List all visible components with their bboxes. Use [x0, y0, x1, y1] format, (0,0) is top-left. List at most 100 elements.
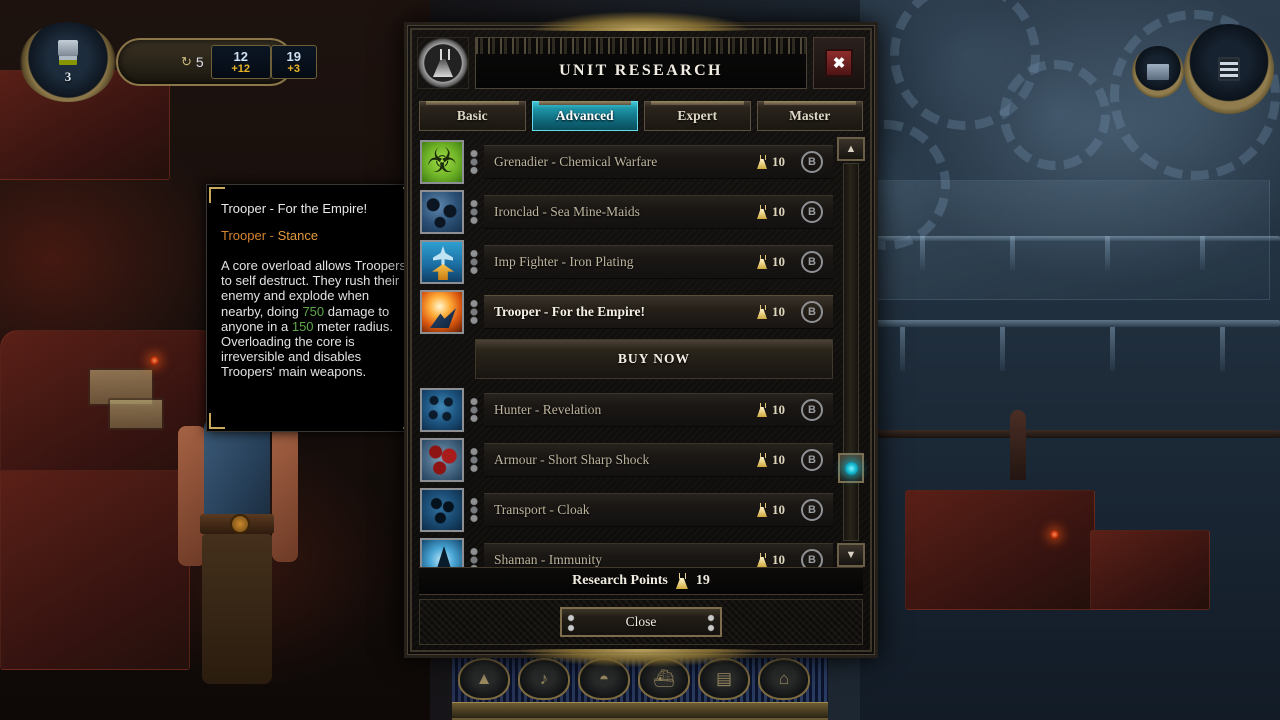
- tab-basic[interactable]: Basic: [419, 101, 526, 131]
- research-icon: [420, 438, 464, 482]
- rank-insignia-icon: [58, 39, 78, 56]
- sea-art-icon: [422, 192, 462, 232]
- machine-box: [905, 490, 1095, 610]
- research-label: Armour - Short Sharp Shock: [494, 452, 650, 467]
- population-value: 5: [195, 54, 204, 70]
- flask-icon: [757, 403, 767, 417]
- railing-post: [1200, 236, 1205, 270]
- unit-research-dialog: UNIT RESEARCH ✖ Basic Advanced Expert Ma…: [404, 11, 878, 667]
- close-button-label: Close: [625, 614, 657, 629]
- research-label: Transport - Cloak: [494, 502, 590, 517]
- research-row-bar[interactable]: Grenadier - Chemical Warfare 10 B: [484, 145, 833, 179]
- ore-cell[interactable]: 12 +12: [210, 45, 271, 79]
- research-cost-value: 10: [772, 154, 785, 169]
- foreground-rail: [860, 430, 1280, 438]
- rank-emblem[interactable]: 3: [20, 22, 116, 102]
- research-buy-icon-button[interactable]: B: [801, 399, 823, 421]
- research-row[interactable]: Armour - Short Sharp Shock 10 B: [419, 435, 833, 485]
- shaman-art-icon: [422, 540, 462, 567]
- research-delta: +3: [287, 62, 300, 75]
- build-unit-1[interactable]: ▲: [458, 658, 510, 700]
- hunter-art-icon: [422, 390, 462, 430]
- buy-now-button[interactable]: BUY NOW: [475, 339, 833, 379]
- research-cost: 10: [757, 254, 785, 270]
- research-row-bar[interactable]: Ironclad - Sea Mine-Maids 10 B: [484, 195, 833, 229]
- research-icon: [420, 388, 464, 432]
- map-button[interactable]: [1132, 46, 1184, 98]
- row-ornament: [468, 297, 480, 327]
- research-row[interactable]: Shaman - Immunity 10 B: [419, 535, 833, 567]
- research-buy-icon-button[interactable]: B: [801, 151, 823, 173]
- console-screen: [108, 398, 164, 430]
- research-buy-icon-button[interactable]: B: [801, 549, 823, 567]
- population-cell[interactable]: ↻ 5: [174, 45, 211, 79]
- research-row[interactable]: Imp Fighter - Iron Plating 10 B: [419, 237, 833, 287]
- close-window-button[interactable]: ✖: [813, 37, 865, 89]
- close-button[interactable]: Close: [560, 607, 722, 637]
- tab-cap: [538, 101, 631, 105]
- scrollbar-thumb[interactable]: [838, 453, 864, 483]
- tooltip-corner: [209, 413, 225, 429]
- tab-advanced[interactable]: Advanced: [531, 101, 638, 131]
- toolbar-ornament: [452, 702, 828, 718]
- research-cost: 10: [757, 402, 785, 418]
- railing-post: [1220, 327, 1225, 371]
- research-buy-icon-button[interactable]: B: [801, 301, 823, 323]
- list-icon: [1218, 57, 1240, 81]
- research-row-bar[interactable]: Shaman - Immunity 10 B: [484, 543, 833, 567]
- top-right-hud: [1112, 14, 1274, 114]
- gear-decor: [1000, 60, 1110, 170]
- research-row[interactable]: Transport - Cloak 10 B: [419, 485, 833, 535]
- research-buy-icon-button[interactable]: B: [801, 251, 823, 273]
- railing-post: [900, 327, 905, 371]
- unit-icon: ▲: [475, 669, 493, 688]
- research-row[interactable]: Grenadier - Chemical Warfare 10 B: [419, 137, 833, 187]
- build-unit-6[interactable]: ⌂: [758, 658, 810, 700]
- tab-master[interactable]: Master: [756, 101, 863, 131]
- research-row-bar[interactable]: Hunter - Revelation 10 B: [484, 393, 833, 427]
- ore-value: 12: [233, 48, 248, 64]
- scroll-up-button[interactable]: ▲: [837, 137, 865, 161]
- research-points-label: Research Points: [572, 573, 668, 588]
- character-arm: [272, 426, 298, 562]
- research-label: Hunter - Revelation: [494, 402, 602, 417]
- flask-icon: [757, 305, 767, 319]
- research-row-bar[interactable]: Transport - Cloak 10 B: [484, 493, 833, 527]
- tab-cap: [651, 101, 744, 105]
- list-scrollbar[interactable]: ▲ ▼: [837, 137, 865, 567]
- tab-label: Basic: [456, 108, 488, 123]
- research-cost: 10: [757, 204, 785, 220]
- research-row[interactable]: Ironclad - Sea Mine-Maids 10 B: [419, 187, 833, 237]
- research-cell[interactable]: 19 +3: [270, 45, 317, 79]
- character-buckle: [230, 514, 250, 534]
- buy-glyph-icon: B: [808, 504, 816, 516]
- research-buy-icon-button[interactable]: B: [801, 499, 823, 521]
- research-row-bar[interactable]: Imp Fighter - Iron Plating 10 B: [484, 245, 833, 279]
- scrollbar-track[interactable]: [843, 163, 859, 541]
- scroll-down-button[interactable]: ▼: [837, 543, 865, 567]
- research-label: Trooper - For the Empire!: [494, 304, 645, 319]
- research-row[interactable]: Hunter - Revelation 10 B: [419, 385, 833, 435]
- foreground-post: [1010, 410, 1026, 480]
- research-row-bar[interactable]: Trooper - For the Empire! 10 B: [484, 295, 833, 329]
- chevron-up-icon: ▲: [845, 143, 857, 155]
- unit-icon: ◓: [598, 669, 610, 688]
- tab-label: Advanced: [555, 108, 614, 123]
- button-ornament: [566, 613, 576, 633]
- tooltip-subtitle: Trooper - Stance: [221, 228, 407, 243]
- research-icon: [420, 190, 464, 234]
- research-row-bar[interactable]: Armour - Short Sharp Shock 10 B: [484, 443, 833, 477]
- close-icon: ✖: [825, 49, 853, 77]
- railing-post: [1000, 327, 1005, 371]
- research-row[interactable]: Trooper - For the Empire! 10 B: [419, 287, 833, 337]
- research-cost-value: 10: [772, 402, 785, 417]
- research-buy-icon-button[interactable]: B: [801, 449, 823, 471]
- dialog-header: UNIT RESEARCH ✖: [417, 37, 865, 93]
- machine-box: [1090, 530, 1210, 610]
- menu-button[interactable]: [1184, 24, 1274, 114]
- tab-expert[interactable]: Expert: [644, 101, 751, 131]
- research-buy-icon-button[interactable]: B: [801, 201, 823, 223]
- row-ornament: [468, 247, 480, 277]
- buy-glyph-icon: B: [808, 156, 816, 168]
- dialog-bottom-crest: [521, 649, 761, 667]
